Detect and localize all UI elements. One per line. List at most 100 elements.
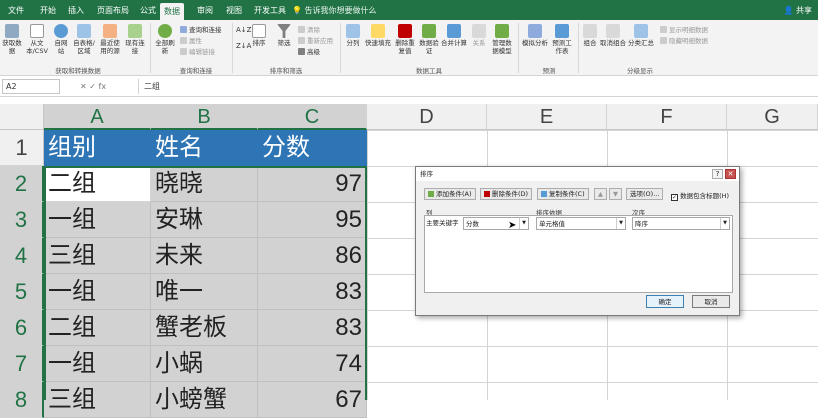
subtotal-button[interactable]: 分类汇总 <box>628 24 654 47</box>
table-cell[interactable]: 三组 <box>44 238 151 274</box>
refresh-all-button[interactable]: 全部刷新 <box>154 24 176 55</box>
row-header-2[interactable]: 2 <box>0 166 44 202</box>
row-header-3[interactable]: 3 <box>0 202 44 238</box>
table-cell[interactable]: 唯一 <box>151 274 258 310</box>
table-cell[interactable]: 蟹老板 <box>151 310 258 346</box>
reapply-button[interactable]: 重新应用 <box>298 37 333 46</box>
sort-column-select[interactable]: 分数 ▼ <box>463 217 529 230</box>
table-cell[interactable]: 67 <box>258 382 367 418</box>
queries-connections-button[interactable]: 查询和连接 <box>180 26 222 35</box>
column-header-e[interactable]: E <box>487 104 607 130</box>
table-cell[interactable]: 86 <box>258 238 367 274</box>
recent-sources-button[interactable]: 最近使用的源 <box>98 24 122 55</box>
table-cell[interactable]: 小螃蟹 <box>151 382 258 418</box>
ok-button[interactable]: 确定 <box>646 295 684 308</box>
table-header-group[interactable]: 组别 <box>44 130 151 166</box>
has-headers-checkbox[interactable]: ✓ 数据包含标题(H) <box>671 190 729 201</box>
order-select[interactable]: 降序 ▼ <box>632 217 730 230</box>
name-box[interactable]: A2 <box>2 79 60 94</box>
table-cell[interactable]: 二组 <box>44 166 151 202</box>
formula-bar: A2 ✕ ✓ fx 二组 <box>0 77 818 97</box>
ungroup-label: 取消组合 <box>600 39 626 47</box>
table-cell[interactable]: 未来 <box>151 238 258 274</box>
manage-data-model-button[interactable]: 管理数据模型 <box>490 24 514 55</box>
options-button[interactable]: 选项(O)... <box>626 188 664 200</box>
row-header-7[interactable]: 7 <box>0 346 44 382</box>
copy-level-button[interactable]: 复制条件(C) <box>537 188 589 200</box>
column-header-c[interactable]: C <box>258 104 367 130</box>
from-table-button[interactable]: 自表格/区域 <box>72 24 96 55</box>
tab-formulas[interactable]: 公式 <box>136 0 160 20</box>
table-header-name[interactable]: 姓名 <box>151 130 258 166</box>
table-cell[interactable]: 一组 <box>44 274 151 310</box>
what-if-analysis-button[interactable]: 模拟分析 <box>522 24 548 47</box>
get-data-button[interactable]: 获取数据 <box>2 24 22 55</box>
table-cell[interactable]: 一组 <box>44 202 151 238</box>
help-button[interactable]: ? <box>712 169 723 179</box>
group-button[interactable]: 组合 <box>582 24 598 47</box>
tab-review[interactable]: 审阅 <box>193 0 217 20</box>
row-header-6[interactable]: 6 <box>0 310 44 346</box>
row-header-8[interactable]: 8 <box>0 382 44 418</box>
sort-button[interactable]: 排序 <box>250 24 268 47</box>
show-detail-button[interactable]: 显示明细数据 <box>660 26 708 35</box>
table-cell[interactable]: 74 <box>258 346 367 382</box>
cancel-button[interactable]: 取消 <box>692 295 730 308</box>
select-all-corner[interactable] <box>0 104 44 130</box>
column-header-g[interactable]: G <box>727 104 818 130</box>
tab-page-layout[interactable]: 页面布局 <box>93 0 133 20</box>
delete-level-button[interactable]: 删除条件(D) <box>480 188 533 200</box>
fx-label[interactable]: ✕ ✓ fx <box>80 79 106 94</box>
from-web-button[interactable]: 自网站 <box>52 24 70 55</box>
advanced-filter-button[interactable]: 高级 <box>298 48 320 57</box>
move-up-button[interactable]: ▲ <box>594 188 607 200</box>
refresh-all-label: 全部刷新 <box>155 39 175 55</box>
table-cell[interactable]: 95 <box>258 202 367 238</box>
table-cell[interactable]: 83 <box>258 310 367 346</box>
hide-detail-button[interactable]: 隐藏明细数据 <box>660 37 708 46</box>
table-cell[interactable]: 97 <box>258 166 367 202</box>
close-button[interactable]: ✕ <box>725 169 736 179</box>
tell-me-box[interactable]: 💡 告诉我你想要做什么 <box>292 0 377 20</box>
column-header-a[interactable]: A <box>44 104 151 130</box>
move-down-button[interactable]: ▼ <box>609 188 622 200</box>
table-cell[interactable]: 小蜗 <box>151 346 258 382</box>
tab-data[interactable]: 数据 <box>160 3 184 20</box>
row-header-5[interactable]: 5 <box>0 274 44 310</box>
clear-filter-button[interactable]: 清除 <box>298 26 320 35</box>
column-header-f[interactable]: F <box>607 104 727 130</box>
table-cell[interactable]: 安琳 <box>151 202 258 238</box>
consolidate-button[interactable]: 合并计算 <box>440 24 468 47</box>
column-header-d[interactable]: D <box>367 104 487 130</box>
table-cell[interactable]: 一组 <box>44 346 151 382</box>
table-header-score[interactable]: 分数 <box>258 130 367 166</box>
forecast-sheet-button[interactable]: 预测工作表 <box>550 24 574 55</box>
from-text-csv-button[interactable]: 从文本/CSV <box>26 24 48 55</box>
tab-file[interactable]: 文件 <box>4 0 28 20</box>
text-to-columns-button[interactable]: 分列 <box>344 24 362 47</box>
properties-button[interactable]: 属性 <box>180 37 202 46</box>
share-button[interactable]: 👤 共享 <box>783 0 812 20</box>
column-header-b[interactable]: B <box>151 104 258 130</box>
edit-links-button[interactable]: 编辑链接 <box>180 48 215 57</box>
row-header-4[interactable]: 4 <box>0 238 44 274</box>
flash-fill-button[interactable]: 快速填充 <box>364 24 392 47</box>
relationships-button[interactable]: 关系 <box>470 24 488 47</box>
table-cell[interactable]: 83 <box>258 274 367 310</box>
sort-on-select[interactable]: 单元格值 ▼ <box>536 217 626 230</box>
filter-button[interactable]: 筛选 <box>274 24 294 47</box>
remove-duplicates-button[interactable]: 删除重复值 <box>394 24 416 55</box>
tab-insert[interactable]: 插入 <box>64 0 88 20</box>
existing-connections-button[interactable]: 现有连接 <box>125 24 145 55</box>
tab-developer[interactable]: 开发工具 <box>250 0 290 20</box>
tab-home[interactable]: 开始 <box>36 0 60 20</box>
ungroup-button[interactable]: 取消组合 <box>600 24 626 47</box>
formula-input[interactable]: 二组 <box>138 79 160 94</box>
table-cell[interactable]: 二组 <box>44 310 151 346</box>
row-header-1[interactable]: 1 <box>0 130 44 166</box>
tab-view[interactable]: 视图 <box>222 0 246 20</box>
table-cell[interactable]: 三组 <box>44 382 151 418</box>
table-cell[interactable]: 晓晓 <box>151 166 258 202</box>
add-level-button[interactable]: 添加条件(A) <box>424 188 476 200</box>
data-validation-button[interactable]: 数据验证 <box>418 24 440 55</box>
